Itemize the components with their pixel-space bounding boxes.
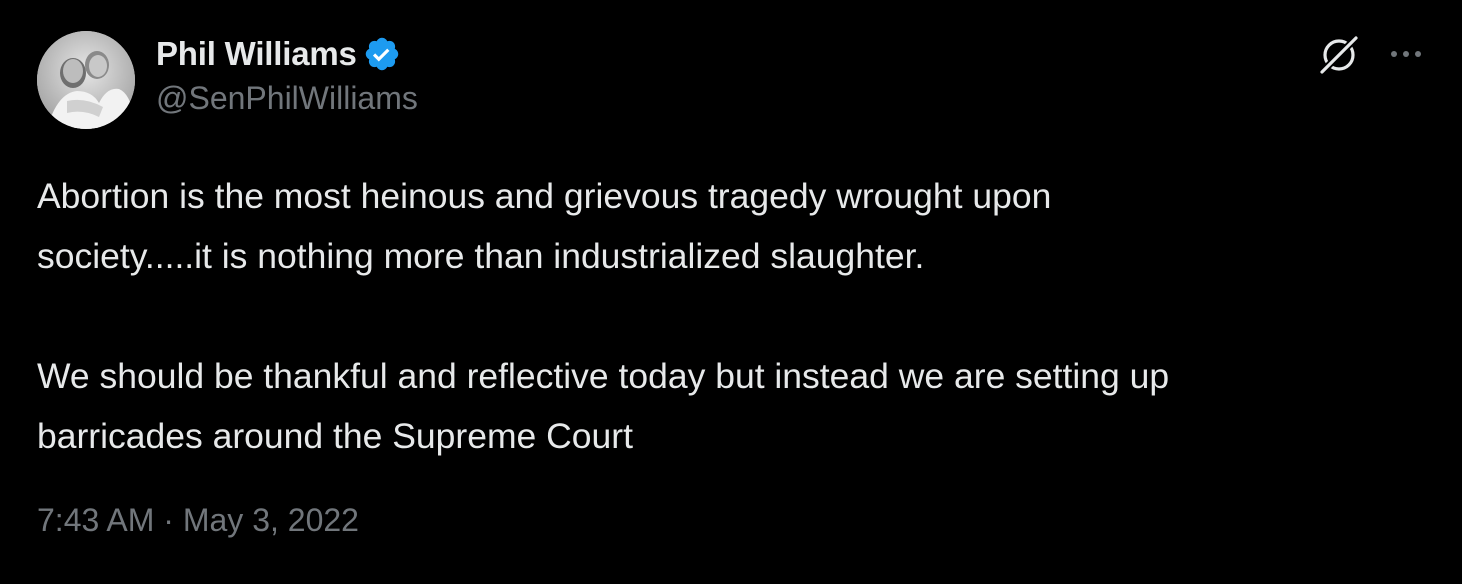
more-options-icon[interactable] [1386, 37, 1426, 71]
tweet-timestamp[interactable]: 7:43 AM · May 3, 2022 [37, 502, 359, 539]
tweet-text: Abortion is the most heinous and grievou… [37, 166, 1437, 466]
tweet-text-line: Abortion is the most heinous and grievou… [37, 176, 1052, 216]
tweet-text-line: barricades around the Supreme Court [37, 416, 633, 456]
tweet-text-line: We should be thankful and reflective tod… [37, 356, 1170, 396]
verified-badge-icon[interactable] [363, 35, 401, 73]
tweet-text-line: society.....it is nothing more than indu… [37, 236, 925, 276]
profile-photo [37, 31, 135, 129]
avatar[interactable] [37, 31, 135, 129]
display-name[interactable]: Phil Williams [156, 35, 357, 73]
name-row: Phil Williams [156, 34, 418, 74]
grok-icon[interactable] [1316, 32, 1362, 78]
handle[interactable]: @SenPhilWilliams [156, 80, 418, 117]
tweet-card: Phil Williams @SenPhilWilliams Abortion … [0, 0, 1462, 584]
tweet-header: Phil Williams @SenPhilWilliams [156, 34, 418, 117]
